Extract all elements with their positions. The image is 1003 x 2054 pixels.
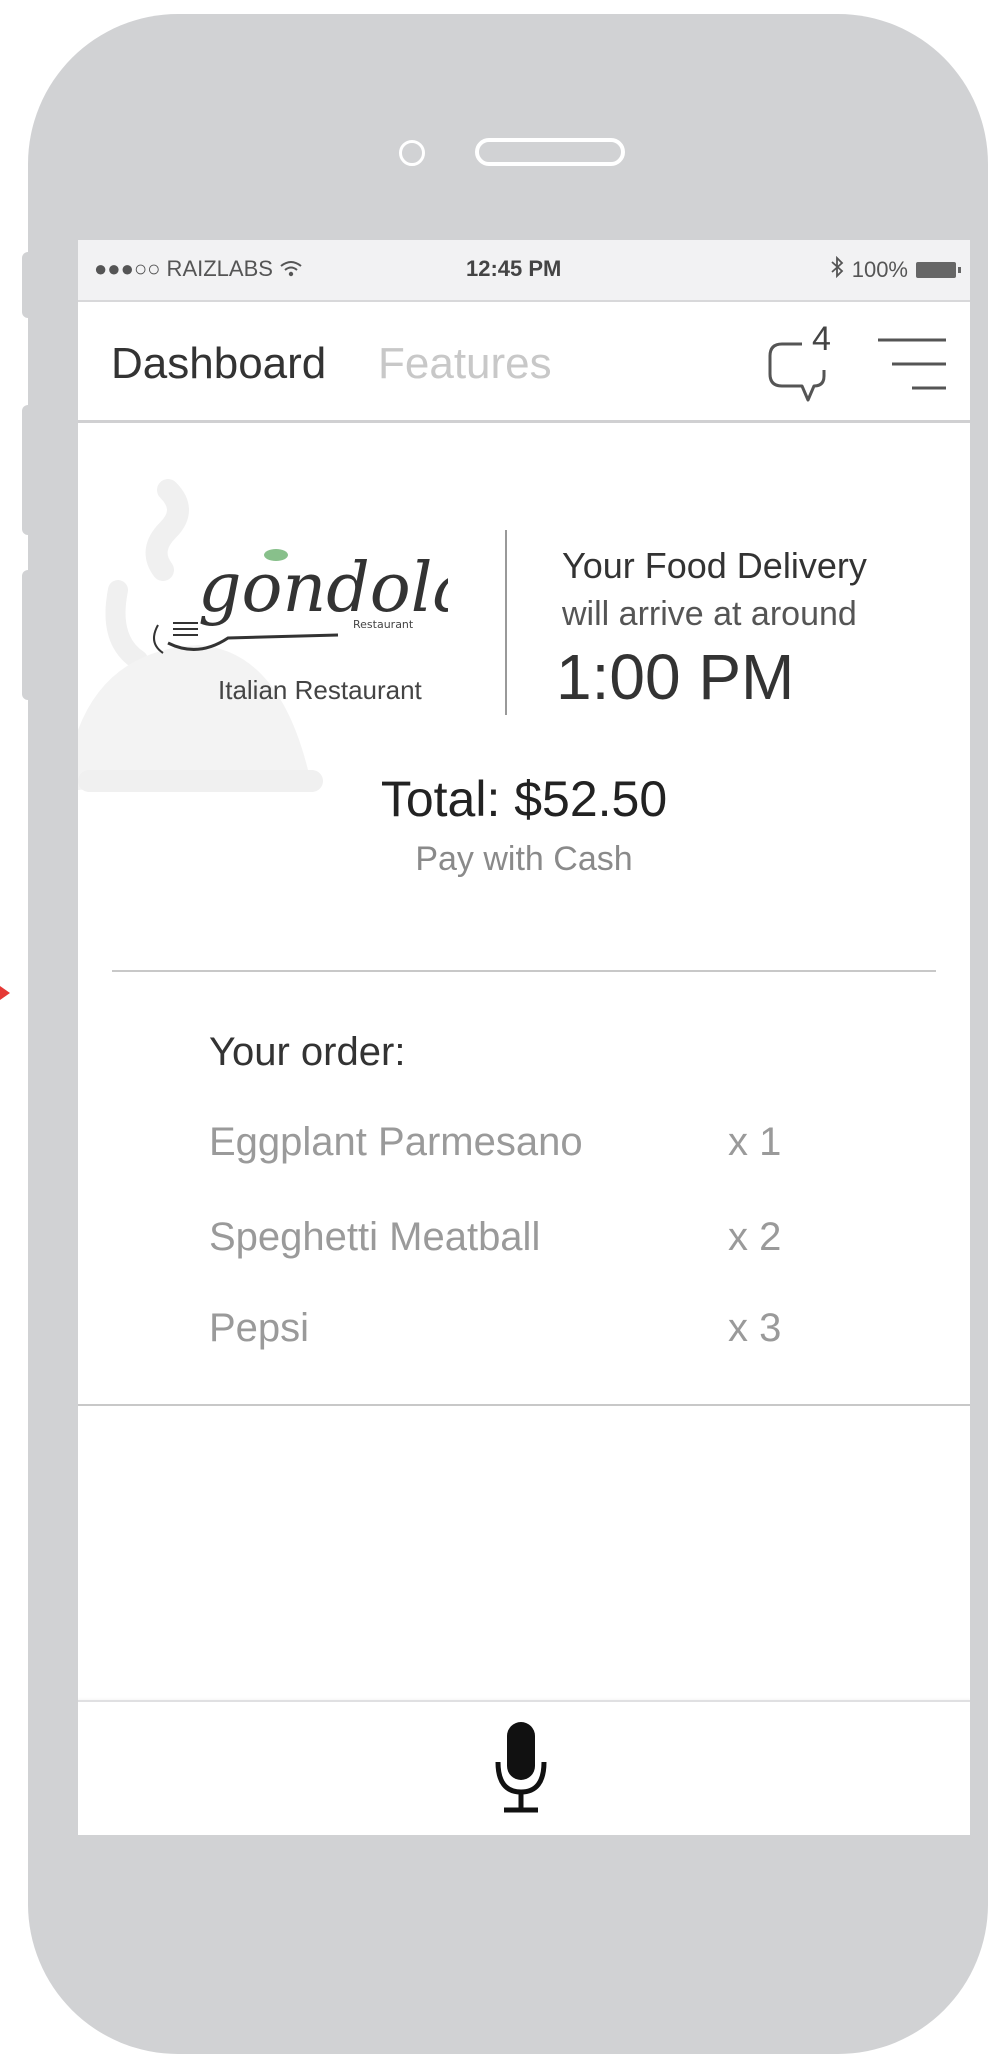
logo-wordmark: gondola: [198, 549, 448, 628]
order-item-name: Speghetti Meatball: [209, 1215, 541, 1259]
top-nav: Dashboard Features 4: [78, 302, 970, 423]
order-item-qty: x 1: [728, 1120, 782, 1164]
menu-button[interactable]: [874, 334, 950, 394]
speaker-grille: [475, 138, 625, 166]
bluetooth-icon: [830, 255, 844, 284]
chat-bubble-icon: [768, 342, 826, 402]
hamburger-menu-icon: [878, 338, 946, 390]
payment-method: Pay with Cash: [415, 840, 633, 878]
battery-percent: 100%: [851, 257, 908, 282]
volume-up-button: [22, 405, 32, 535]
annotation-arrow: [0, 986, 10, 1000]
app-screen: ●●●○○ RAIZLABS 12:45 PM 100% Dashboard F…: [78, 240, 970, 1835]
section-divider: [112, 970, 936, 972]
restaurant-logo: gondola Restaurant: [138, 523, 473, 673]
logo-small-text: Restaurant: [353, 618, 414, 631]
camera-icon: [399, 140, 425, 166]
chat-count-badge: 4: [812, 320, 831, 358]
microphone-button[interactable]: [490, 1718, 552, 1818]
tab-features[interactable]: Features: [378, 339, 552, 389]
order-total: Total: $52.50: [380, 771, 668, 827]
carrier-label: ●●●○○ RAIZLABS: [94, 256, 273, 281]
vertical-divider: [505, 530, 507, 715]
status-bar: ●●●○○ RAIZLABS 12:45 PM 100%: [78, 240, 970, 302]
wifi-icon: [279, 256, 303, 281]
order-item-qty: x 2: [728, 1215, 782, 1259]
status-time: 12:45 PM: [466, 256, 562, 281]
delivery-subtitle: will arrive at around: [562, 595, 857, 633]
microphone-icon: [495, 1722, 547, 1813]
delivery-time: 1:00 PM: [556, 641, 795, 713]
chat-button[interactable]: 4: [762, 320, 850, 406]
order-item-name: Eggplant Parmesano: [209, 1120, 583, 1164]
restaurant-subtitle: Italian Restaurant: [218, 675, 422, 705]
volume-down-button: [22, 570, 32, 700]
order-bottom-divider: [78, 1404, 970, 1406]
battery-icon: [916, 262, 961, 278]
order-item-name: Pepsi: [209, 1306, 310, 1350]
tab-dashboard[interactable]: Dashboard: [111, 339, 326, 389]
delivery-title: Your Food Delivery: [562, 545, 867, 586]
voice-input-bar: [78, 1700, 970, 1835]
order-title: Your order:: [209, 1030, 406, 1074]
mute-switch: [22, 252, 32, 318]
order-item-qty: x 3: [728, 1306, 782, 1350]
